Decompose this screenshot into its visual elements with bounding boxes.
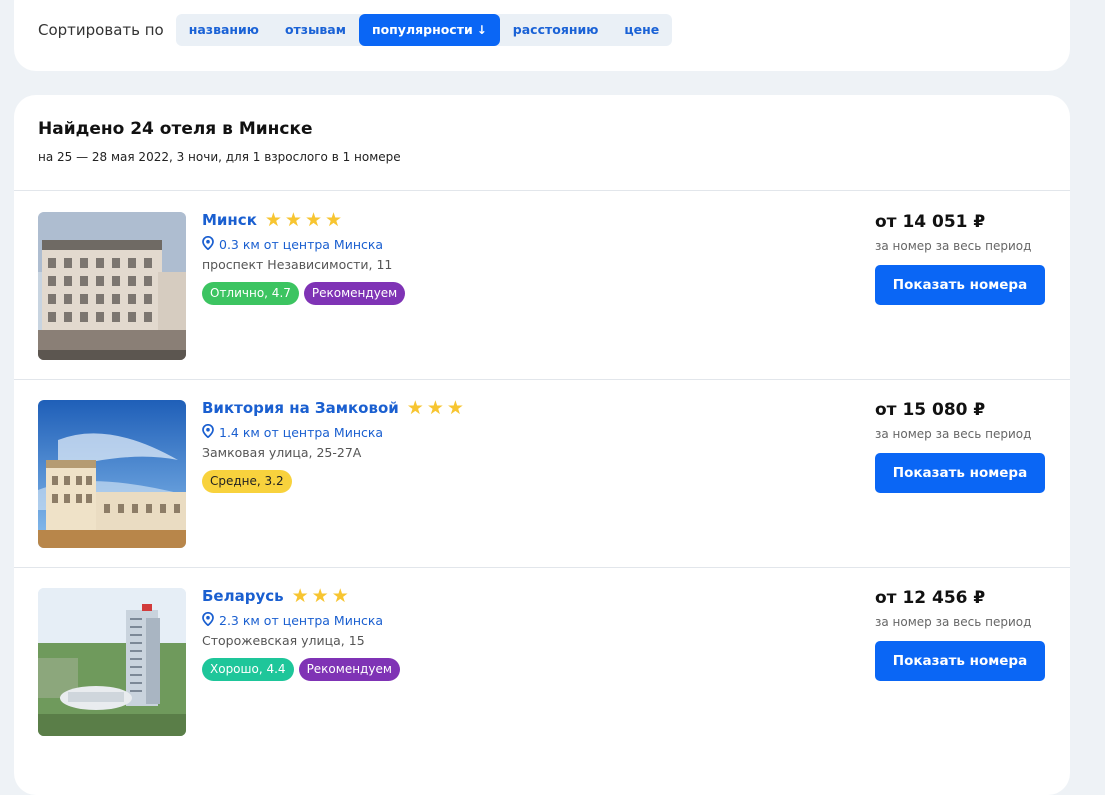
hotel-badges: Хорошо, 4.4 Рекомендуем <box>202 658 400 681</box>
hotel-name-link[interactable]: Виктория на Замковой <box>202 399 399 417</box>
hotel-badges: Средне, 3.2 <box>202 470 292 493</box>
sort-label: Сортировать по <box>38 21 164 39</box>
star-icon: ★ <box>406 397 424 419</box>
star-icon: ★ <box>304 209 323 231</box>
sort-options: названию отзывам популярности ↓ расстояни… <box>175 14 673 46</box>
star-icon: ★ <box>325 209 343 231</box>
hotel-card: Виктория на Замковой ★ ★ ★ 1.4 км от центр… <box>14 379 1070 567</box>
sort-by-distance-button[interactable]: расстоянию <box>500 14 612 46</box>
sort-row: Сортировать по названию отзывам популярн… <box>38 14 673 46</box>
star-icon: ★ <box>284 209 302 231</box>
hotel-name-link[interactable]: Беларусь <box>202 587 284 605</box>
star-rating: ★ ★ ★ ★ <box>264 209 343 231</box>
sort-by-name-button[interactable]: названию <box>176 14 272 46</box>
star-icon: ★ <box>446 397 464 419</box>
rating-badge: Средне, 3.2 <box>202 470 292 493</box>
hotel-name-row: Виктория на Замковой ★ ★ ★ <box>202 397 464 419</box>
distance-row: 0.3 км от центра Минска <box>202 235 384 253</box>
sort-option-label: популярности <box>371 22 473 37</box>
star-icon: ★ <box>291 585 309 607</box>
hotel-address: проспект Независимости, 11 <box>202 257 393 272</box>
rating-badge: Рекомендуем <box>298 658 400 681</box>
sort-by-reviews-button[interactable]: отзывам <box>272 14 359 46</box>
hotel-photo[interactable] <box>38 588 186 736</box>
sort-by-price-button[interactable]: цене <box>611 14 672 46</box>
hotel-badges: Отлично, 4.7 Рекомендуем <box>202 282 406 305</box>
star-icon: ★ <box>331 585 349 607</box>
star-rating: ★ ★ ★ <box>406 397 464 419</box>
hotel-card: Минск ★ ★ ★ ★ 0.3 км от центра Минска просп… <box>14 191 1070 379</box>
distance-text: 2.3 км от центра Минска <box>219 613 384 628</box>
star-icon: ★ <box>264 209 282 231</box>
show-rooms-button[interactable]: Показать номера <box>875 453 1045 493</box>
distance-text: 1.4 км от центра Минска <box>219 425 384 440</box>
sort-option-label: расстоянию <box>512 22 599 37</box>
sort-option-label: цене <box>624 22 660 37</box>
distance-row: 2.3 км от центра Минска <box>202 611 384 629</box>
results-subtitle: на 25 — 28 мая 2022, 3 ночи, для 1 взрос… <box>38 150 401 164</box>
sort-by-popularity-button[interactable]: популярности ↓ <box>358 14 500 46</box>
price-note: за номер за весь период <box>875 615 1032 629</box>
arrow-down-icon: ↓ <box>476 23 487 37</box>
hotel-name-link[interactable]: Минск <box>202 211 257 229</box>
results-card: Найдено 24 отеля в Минске на 25 — 28 мая… <box>14 95 1070 795</box>
hotel-card: Беларусь ★ ★ ★ 2.3 км от центра Минска Сто… <box>14 567 1070 755</box>
show-rooms-button[interactable]: Показать номера <box>875 641 1045 681</box>
hotel-price: от 15 080 ₽ <box>875 400 986 420</box>
hotel-address: Сторожевская улица, 15 <box>202 633 365 648</box>
results-title: Найдено 24 отеля в Минске <box>38 119 313 139</box>
star-icon: ★ <box>426 397 444 419</box>
hotel-photo[interactable] <box>38 212 186 360</box>
rating-badge: Отлично, 4.7 <box>202 282 299 305</box>
location-pin-icon <box>202 611 214 629</box>
hotel-name-row: Минск ★ ★ ★ ★ <box>202 209 343 231</box>
sort-card: Сортировать по названию отзывам популярн… <box>14 0 1070 71</box>
sort-option-label: названию <box>188 22 259 37</box>
price-note: за номер за весь период <box>875 239 1032 253</box>
location-pin-icon <box>202 423 214 441</box>
hotel-name-row: Беларусь ★ ★ ★ <box>202 585 349 607</box>
star-rating: ★ ★ ★ <box>291 585 349 607</box>
hotel-address: Замковая улица, 25-27А <box>202 445 362 460</box>
sort-option-label: отзывам <box>284 22 346 37</box>
rating-badge: Рекомендуем <box>303 282 406 305</box>
hotel-price: от 12 456 ₽ <box>875 588 986 608</box>
show-rooms-button[interactable]: Показать номера <box>875 265 1045 305</box>
location-pin-icon <box>202 235 214 253</box>
hotel-price: от 14 051 ₽ <box>875 212 986 232</box>
hotel-photo[interactable] <box>38 400 186 548</box>
distance-row: 1.4 км от центра Минска <box>202 423 384 441</box>
price-note: за номер за весь период <box>875 427 1032 441</box>
rating-badge: Хорошо, 4.4 <box>202 658 294 681</box>
star-icon: ★ <box>311 585 329 607</box>
distance-text: 0.3 км от центра Минска <box>219 237 384 252</box>
